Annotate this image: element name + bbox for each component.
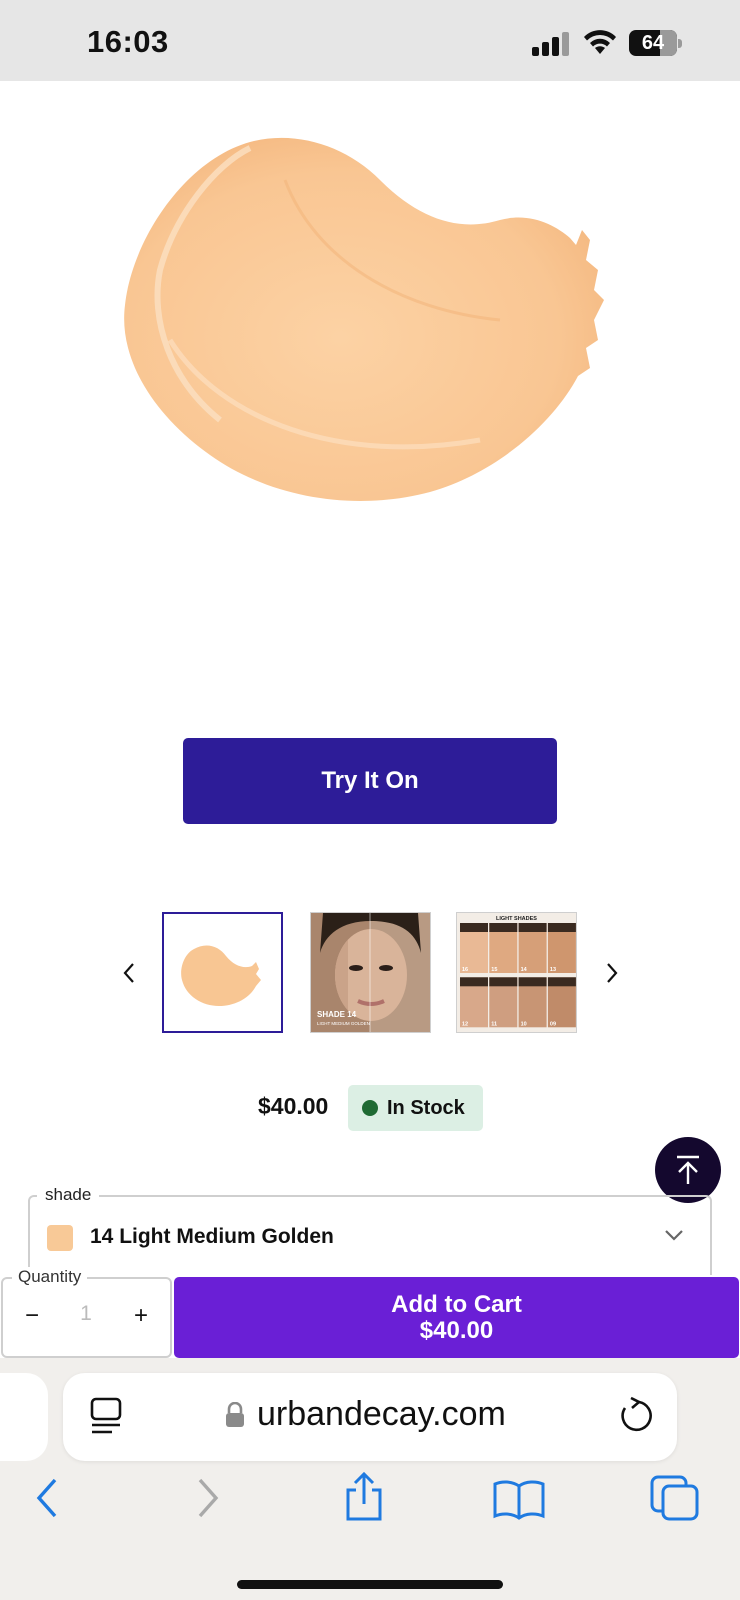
tabs-icon[interactable]	[650, 1475, 700, 1521]
shade-number: 16	[462, 967, 468, 973]
add-to-cart-button[interactable]: Add to Cart $40.00	[174, 1277, 739, 1358]
previous-tab-peek[interactable]	[0, 1373, 48, 1461]
shade-tile-hair	[547, 977, 576, 987]
selected-shade-swatch	[47, 1225, 73, 1251]
quantity-label: Quantity	[12, 1267, 88, 1287]
add-to-cart-label: Add to Cart	[391, 1290, 522, 1318]
quantity-increment-button[interactable]: +	[129, 1302, 153, 1334]
shade-tile-hair	[518, 923, 547, 932]
quantity-value[interactable]: 1	[74, 1302, 98, 1326]
reload-icon[interactable]	[617, 1396, 653, 1434]
reader-mode-icon[interactable]	[90, 1397, 122, 1435]
shade-tile-hair	[460, 923, 488, 932]
carousel-next-button[interactable]	[597, 955, 627, 991]
shade-number: 10	[521, 1021, 527, 1027]
selected-shade-name: 14 Light Medium Golden	[90, 1225, 334, 1248]
shade-number: 09	[550, 1021, 556, 1027]
stock-status-text: In Stock	[387, 1096, 465, 1119]
stock-status-badge: In Stock	[348, 1085, 483, 1131]
thumbnail-model[interactable]: SHADE 14 LIGHT MEDIUM GOLDEN	[310, 912, 431, 1033]
shade-select-label: shade	[37, 1185, 100, 1205]
shade-number: 11	[491, 1021, 497, 1027]
chevron-right-icon	[607, 963, 618, 983]
thumbnail-shades-chart[interactable]: LIGHT SHADES 16 15 14 13 12 11 10 09	[456, 912, 577, 1033]
battery-icon: 64	[629, 30, 682, 56]
shade-tile-hair	[547, 923, 576, 932]
shade-number: 14	[521, 967, 528, 973]
add-to-cart-price: $40.00	[419, 1316, 494, 1344]
product-swatch-image	[124, 137, 604, 501]
shade-number: 13	[550, 967, 556, 973]
chevron-left-icon	[123, 963, 134, 983]
shade-number: 15	[491, 967, 497, 973]
shade-number: 12	[462, 1021, 468, 1027]
cellular-signal-icon	[532, 32, 569, 56]
wifi-icon	[584, 30, 616, 54]
shade-tile-hair	[518, 977, 547, 987]
battery-percent: 64	[641, 32, 665, 54]
product-price: $40.00	[258, 1093, 329, 1119]
back-to-top-button[interactable]	[655, 1137, 721, 1203]
status-bar: 16:03 64	[0, 0, 740, 81]
status-time: 16:03	[87, 24, 169, 59]
shade-tile-hair	[460, 977, 488, 987]
quantity-decrement-button[interactable]: −	[20, 1302, 44, 1334]
lock-icon	[226, 1402, 244, 1427]
url-text[interactable]: urbandecay.com	[257, 1395, 506, 1434]
shade-tile-hair	[489, 923, 518, 932]
bookmarks-icon[interactable]	[492, 1478, 546, 1520]
try-it-on-button[interactable]: Try It On	[183, 738, 557, 824]
forward-arrow-icon[interactable]	[194, 1477, 222, 1519]
share-icon[interactable]	[342, 1472, 386, 1522]
thumbnail-swatch[interactable]	[162, 912, 283, 1033]
thumbnail-shade-caption: SHADE 14	[317, 1010, 357, 1019]
chevron-down-icon	[665, 1230, 683, 1241]
carousel-prev-button[interactable]	[114, 955, 144, 991]
stock-dot-icon	[362, 1100, 378, 1116]
arrow-up-to-line-icon	[677, 1155, 699, 1184]
thumbnail-shade-subcaption: LIGHT MEDIUM GOLDEN	[317, 1021, 370, 1026]
home-indicator	[237, 1580, 503, 1589]
shades-chart-title: LIGHT SHADES	[496, 916, 537, 922]
back-arrow-icon[interactable]	[33, 1477, 61, 1519]
shade-tile-hair	[489, 977, 518, 987]
